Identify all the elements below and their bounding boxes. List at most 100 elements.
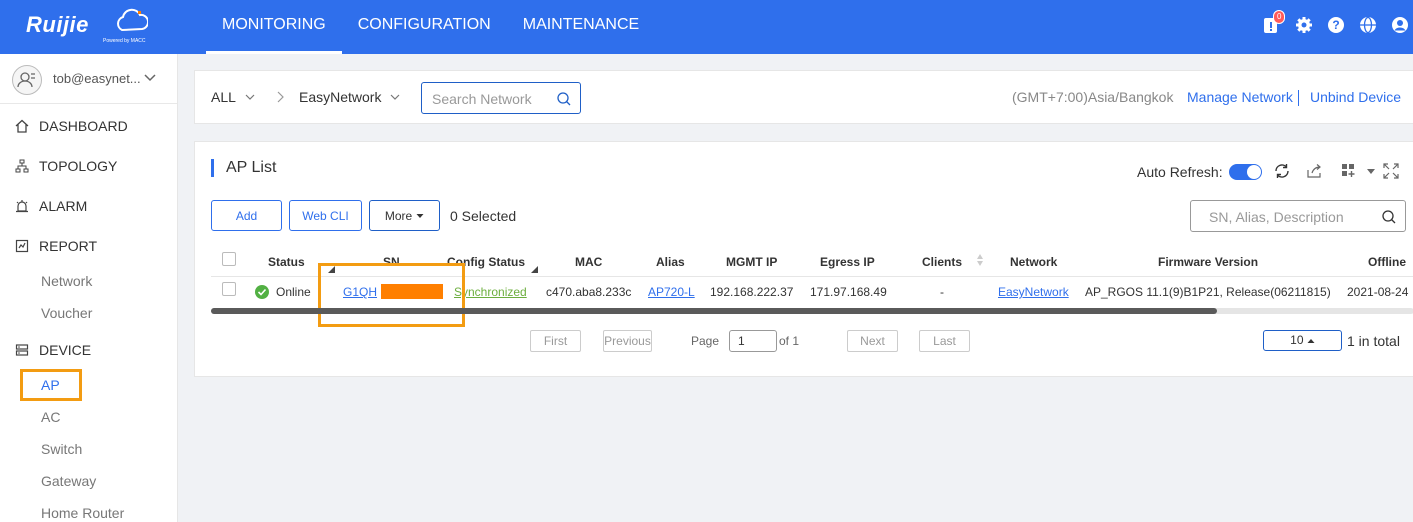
more-label: More — [384, 208, 413, 223]
caret-down-icon — [416, 213, 424, 218]
alarm-icon — [16, 200, 28, 213]
column-header-clients[interactable]: Clients — [922, 255, 962, 269]
auto-refresh-label: Auto Refresh: — [1137, 164, 1223, 180]
search-icon[interactable] — [556, 91, 572, 107]
top-navigation: MONITORING CONFIGURATION MAINTENANCE — [206, 0, 655, 54]
panel-title: AP List — [211, 159, 276, 177]
user-selector[interactable]: tob@easynet... — [0, 54, 177, 104]
selected-count: 0 Selected — [450, 208, 517, 224]
sort-corner-icon — [531, 266, 538, 273]
column-header-offline[interactable]: Offline — [1368, 255, 1406, 269]
scope-label: ALL — [211, 89, 236, 105]
tab-monitoring[interactable]: MONITORING — [206, 0, 342, 54]
logo-text: Ruijie — [26, 12, 89, 37]
page-label: Page — [691, 334, 720, 348]
sidebar-item-home-router[interactable]: Home Router — [41, 505, 124, 521]
column-settings-icon[interactable] — [1341, 163, 1357, 179]
column-header-mac[interactable]: MAC — [575, 255, 602, 269]
sidebar-item-label: REPORT — [39, 238, 98, 254]
caret-down-icon[interactable] — [1366, 168, 1376, 176]
sidebar-item-report-voucher[interactable]: Voucher — [41, 305, 92, 321]
logo-subtitle: Powered by MACC — [103, 38, 146, 44]
egress-ip-cell: 171.97.168.49 — [810, 285, 887, 299]
sidebar-item-report[interactable]: REPORT — [15, 234, 97, 258]
online-check-icon — [255, 285, 269, 299]
page-of-label: of 1 — [779, 334, 800, 348]
add-button[interactable]: Add — [211, 200, 282, 231]
offline-cell: 2021-08-24 — [1347, 285, 1409, 299]
user-account-icon[interactable] — [1391, 16, 1411, 36]
top-bar: Ruijie Powered by MACC MONITORING CONFIG… — [0, 0, 1413, 54]
ruijie-logo[interactable]: Ruijie Powered by MACC — [26, 8, 156, 46]
home-icon — [15, 119, 29, 133]
page-size-select[interactable]: 10 — [1263, 330, 1342, 351]
avatar — [12, 65, 42, 95]
column-header-network[interactable]: Network — [1010, 255, 1057, 269]
device-icon — [15, 344, 29, 356]
export-icon[interactable] — [1307, 164, 1323, 178]
mac-cell: c470.aba8.233c — [546, 285, 632, 299]
column-header-mgmt-ip[interactable]: MGMT IP — [726, 255, 777, 269]
alias-link[interactable]: AP720-L — [648, 285, 695, 299]
sidebar-item-label: ALARM — [39, 198, 88, 214]
ap-list-panel: AP List Auto Refresh: Add Web CLI More 0… — [194, 141, 1413, 377]
sidebar-item-gateway[interactable]: Gateway — [41, 473, 96, 489]
search-sn-placeholder: SN, Alias, Description — [1209, 209, 1344, 225]
web-cli-button[interactable]: Web CLI — [289, 200, 362, 231]
network-selector[interactable]: EasyNetwork — [299, 89, 401, 105]
fullscreen-icon[interactable] — [1383, 163, 1399, 179]
cloud-icon — [117, 8, 148, 32]
search-icon[interactable] — [1381, 209, 1397, 225]
refresh-icon[interactable] — [1273, 162, 1291, 180]
unbind-device-link[interactable]: Unbind Device — [1310, 89, 1401, 105]
notification-icon[interactable]: 0 — [1263, 10, 1286, 36]
row-checkbox[interactable] — [222, 282, 236, 296]
chevron-down-icon — [391, 94, 400, 100]
column-header-status[interactable]: Status — [268, 255, 305, 269]
auto-refresh-toggle[interactable] — [1229, 164, 1262, 180]
sidebar: tob@easynet... DASHBOARD TOPOLOGY ALARM … — [0, 54, 178, 522]
next-page-button[interactable]: Next — [847, 330, 898, 352]
manage-network-link[interactable]: Manage Network — [1187, 89, 1293, 105]
sidebar-item-label: DASHBOARD — [39, 118, 128, 134]
page-number-input[interactable]: 1 — [729, 330, 777, 352]
help-icon[interactable]: ? — [1327, 16, 1347, 36]
sidebar-item-alarm[interactable]: ALARM — [15, 194, 87, 218]
column-header-firmware[interactable]: Firmware Version — [1158, 255, 1258, 269]
status-text: Online — [276, 285, 311, 299]
first-page-button[interactable]: First — [530, 330, 581, 352]
highlight-box-sn — [318, 263, 465, 327]
scope-selector[interactable]: ALL — [211, 89, 256, 105]
network-link[interactable]: EasyNetwork — [998, 285, 1069, 299]
network-filter-bar: ALL EasyNetwork Search Network (GMT+7:00… — [194, 70, 1413, 124]
tab-configuration[interactable]: CONFIGURATION — [342, 0, 507, 54]
scrollbar-thumb[interactable] — [211, 308, 1217, 314]
caret-up-icon — [1307, 339, 1315, 343]
highlight-box-ap — [20, 369, 82, 401]
user-email: tob@easynet... — [53, 71, 141, 86]
gear-icon[interactable] — [1295, 16, 1315, 36]
column-header-alias[interactable]: Alias — [656, 255, 685, 269]
sidebar-item-dashboard[interactable]: DASHBOARD — [15, 114, 128, 138]
topology-icon — [15, 159, 29, 173]
divider — [1298, 90, 1299, 106]
sort-icon[interactable] — [976, 253, 984, 267]
tab-maintenance[interactable]: MAINTENANCE — [507, 0, 655, 54]
notification-badge: 0 — [1273, 10, 1286, 24]
select-all-checkbox[interactable] — [222, 252, 236, 266]
sidebar-item-switch[interactable]: Switch — [41, 441, 82, 457]
sidebar-item-report-network[interactable]: Network — [41, 273, 92, 289]
search-network-input[interactable]: Search Network — [421, 82, 581, 114]
total-count: 1 in total — [1347, 333, 1400, 349]
sidebar-item-device[interactable]: DEVICE — [15, 338, 91, 362]
sidebar-item-ac[interactable]: AC — [41, 409, 60, 425]
last-page-button[interactable]: Last — [919, 330, 970, 352]
previous-page-button[interactable]: Previous — [603, 330, 652, 352]
sidebar-item-label: DEVICE — [39, 342, 92, 358]
globe-icon[interactable] — [1359, 16, 1379, 36]
sidebar-item-topology[interactable]: TOPOLOGY — [15, 154, 117, 178]
chevron-down-icon — [245, 94, 255, 100]
column-header-egress-ip[interactable]: Egress IP — [820, 255, 875, 269]
more-dropdown[interactable]: More — [369, 200, 440, 231]
search-sn-input[interactable]: SN, Alias, Description — [1190, 200, 1406, 232]
